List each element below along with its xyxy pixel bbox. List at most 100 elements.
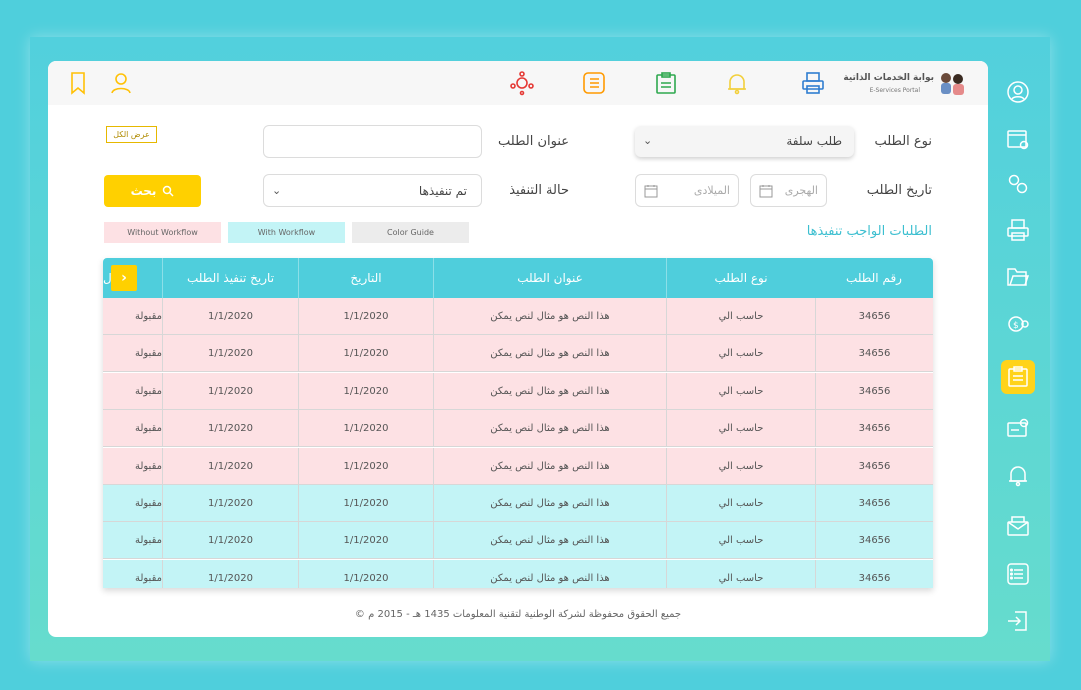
table-cell-type: حاسب الي bbox=[666, 559, 815, 588]
search-button[interactable]: بحث bbox=[104, 175, 201, 207]
table-cell-exec-date: 1/1/2020 bbox=[162, 335, 298, 373]
logo-title: بوابة الخدمات الذاتية bbox=[843, 73, 934, 83]
user-icon[interactable] bbox=[107, 69, 135, 97]
table-cell-date: 1/1/2020 bbox=[298, 410, 433, 448]
column-header[interactable]: عنوان الطلب bbox=[433, 258, 666, 298]
svg-text:$: $ bbox=[1013, 321, 1019, 331]
table-cell-exec-date: 1/1/2020 bbox=[162, 372, 298, 410]
table-cell-exec-date: 1/1/2020 bbox=[162, 410, 298, 448]
gears-icon[interactable] bbox=[1001, 167, 1035, 201]
hijri-date-field[interactable]: الهجرى bbox=[750, 174, 827, 207]
table-cell-title: هذا النص هو مثال لنص يمكن bbox=[433, 372, 666, 410]
table-row[interactable]: 34656 حاسب الي هذا النص هو مثال لنص يمكن 1/… bbox=[103, 335, 933, 373]
list-icon[interactable] bbox=[580, 69, 608, 97]
bell-question-icon[interactable] bbox=[1001, 458, 1035, 492]
table-cell-title: هذا النص هو مثال لنص يمكن bbox=[433, 522, 666, 560]
table-row[interactable]: 34656 حاسب الي هذا النص هو مثال لنص يمكن 1/… bbox=[103, 485, 933, 522]
table-cell-exec-date: 1/1/2020 bbox=[162, 447, 298, 485]
clipboard-icon[interactable] bbox=[652, 69, 680, 97]
scroll-right-button[interactable]: › bbox=[111, 265, 137, 291]
show-all-button[interactable]: عرض الكل bbox=[106, 126, 157, 143]
table-cell-number: 34656 bbox=[815, 372, 933, 410]
legend-with-workflow: With Workflow bbox=[228, 222, 345, 243]
table-cell-status: مقبولة bbox=[134, 535, 162, 547]
gregorian-placeholder: الميلادى bbox=[693, 184, 730, 197]
table-cell-title: هذا النص هو مثال لنص يمكن bbox=[433, 447, 666, 485]
table-cell-date: 1/1/2020 bbox=[298, 335, 433, 373]
clipboard-icon[interactable] bbox=[1001, 360, 1035, 394]
folder-icon[interactable] bbox=[1001, 260, 1035, 294]
chevron-down-icon: ⌄ bbox=[643, 134, 653, 147]
table-row[interactable]: 34656 حاسب الي هذا النص هو مثال لنص يمكن 1/… bbox=[103, 522, 933, 560]
table-cell-status: مقبولة bbox=[134, 348, 162, 360]
search-button-label: بحث bbox=[130, 184, 157, 198]
bell-question-icon[interactable] bbox=[723, 69, 751, 97]
list-icon[interactable] bbox=[1001, 557, 1035, 591]
table-cell-date: 1/1/2020 bbox=[298, 559, 433, 588]
calendar-icon bbox=[644, 185, 658, 198]
table-cell-status: مقبولة bbox=[134, 572, 162, 584]
execution-status-select[interactable]: تم تنفيذها ⌄ bbox=[263, 174, 482, 207]
table-cell-number: 34656 bbox=[815, 485, 933, 522]
table-cell-status: مقبولة bbox=[134, 311, 162, 322]
table-cell-number: 34656 bbox=[815, 335, 933, 373]
gregorian-date-field[interactable]: الميلادى bbox=[635, 174, 739, 207]
table-header: رقم الطلب نوع الطلب عنوان الطلب التاريخ … bbox=[103, 258, 933, 298]
printer-icon[interactable] bbox=[799, 69, 827, 97]
footer-copyright: جميع الحقوق محفوظة لشركة الوطنية لتقنية … bbox=[354, 609, 682, 620]
table-row[interactable]: 34656 حاسب الي هذا النص هو مثال لنص يمكن 1/… bbox=[103, 559, 933, 588]
request-title-input[interactable] bbox=[263, 125, 482, 158]
requests-table: رقم الطلب نوع الطلب عنوان الطلب التاريخ … bbox=[103, 258, 933, 588]
table-cell-number: 34656 bbox=[815, 447, 933, 485]
legend-without-workflow: Without Workflow bbox=[104, 222, 221, 243]
logo-subtitle: E-Services Portal bbox=[869, 87, 920, 94]
table-cell-status: مقبولة bbox=[134, 498, 162, 509]
table-row[interactable]: 34656 حاسب الي هذا النص هو مثال لنص يمكن 1/… bbox=[103, 447, 933, 485]
table-cell-exec-date: 1/1/2020 bbox=[162, 559, 298, 588]
table-cell-exec-date: 1/1/2020 bbox=[162, 298, 298, 335]
calendar-settings-icon[interactable] bbox=[1001, 122, 1035, 156]
portal-logo[interactable]: بوابة الخدمات الذاتية E-Services Portal bbox=[843, 67, 970, 99]
printer-icon[interactable] bbox=[1001, 213, 1035, 247]
sidebar: $ bbox=[990, 61, 1046, 641]
request-date-label: تاريخ الطلب bbox=[866, 183, 932, 198]
table-cell-date: 1/1/2020 bbox=[298, 372, 433, 410]
table-cell-date: 1/1/2020 bbox=[298, 298, 433, 335]
table-row[interactable]: 34656 حاسب الي هذا النص هو مثال لنص يمكن 1/… bbox=[103, 298, 933, 335]
request-type-label: نوع الطلب bbox=[874, 134, 932, 149]
legend-color-guide: Color Guide bbox=[352, 222, 469, 243]
request-title-label: عنوان الطلب bbox=[498, 134, 569, 149]
table-cell-number: 34656 bbox=[815, 559, 933, 588]
table-cell-exec-date: 1/1/2020 bbox=[162, 485, 298, 522]
top-bar: بوابة الخدمات الذاتية E-Services Portal bbox=[48, 61, 988, 105]
table-cell-type: حاسب الي bbox=[666, 447, 815, 485]
table-cell-title: هذا النص هو مثال لنص يمكن bbox=[433, 335, 666, 373]
table-cell-exec-date: 1/1/2020 bbox=[162, 522, 298, 560]
table-cell-type: حاسب الي bbox=[666, 522, 815, 560]
money-settings-icon[interactable]: $ bbox=[1001, 307, 1035, 341]
table-cell-title: هذا النص هو مثال لنص يمكن bbox=[433, 485, 666, 522]
table-cell-date: 1/1/2020 bbox=[298, 485, 433, 522]
table-cell-date: 1/1/2020 bbox=[298, 522, 433, 560]
logout-icon[interactable] bbox=[1001, 604, 1035, 638]
column-header[interactable]: نوع الطلب bbox=[666, 258, 815, 298]
bookmark-icon[interactable] bbox=[64, 69, 92, 97]
table-cell-type: حاسب الي bbox=[666, 372, 815, 410]
table-row[interactable]: 34656 حاسب الي هذا النص هو مثال لنص يمكن 1/… bbox=[103, 372, 933, 410]
dashboard-icon[interactable] bbox=[1001, 75, 1035, 109]
request-type-select[interactable]: طلب سلفة ⌄ bbox=[635, 126, 854, 157]
table-row[interactable]: 34656 حاسب الي هذا النص هو مثال لنص يمكن 1/… bbox=[103, 410, 933, 448]
card-settings-icon[interactable] bbox=[1001, 411, 1035, 445]
hijri-placeholder: الهجرى bbox=[784, 184, 818, 197]
network-icon[interactable] bbox=[508, 69, 536, 97]
table-cell-number: 34656 bbox=[815, 522, 933, 560]
table-cell-number: 34656 bbox=[815, 298, 933, 335]
column-header[interactable]: رقم الطلب bbox=[815, 258, 933, 298]
section-title: الطلبات الواجب تنفيذها bbox=[806, 224, 932, 239]
mail-icon[interactable] bbox=[1001, 509, 1035, 543]
column-header[interactable]: تاريخ تنفيذ الطلب bbox=[162, 258, 298, 298]
table-cell-number: 34656 bbox=[815, 410, 933, 448]
table-cell-status: مقبولة bbox=[134, 460, 162, 472]
table-cell-title: هذا النص هو مثال لنص يمكن bbox=[433, 410, 666, 448]
column-header[interactable]: التاريخ bbox=[298, 258, 433, 298]
